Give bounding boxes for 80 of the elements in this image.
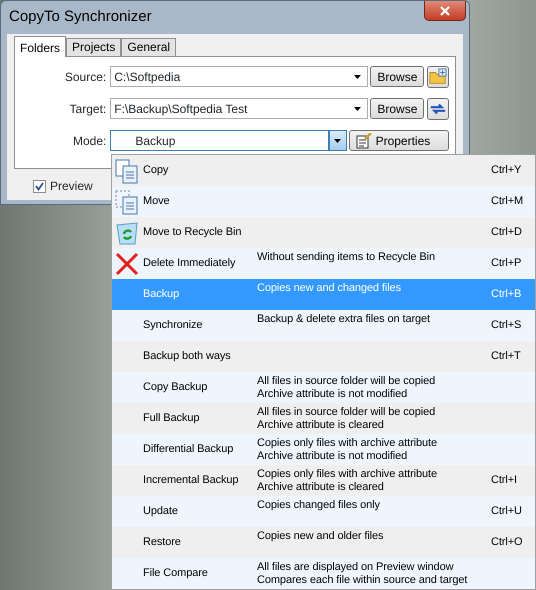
close-icon bbox=[440, 6, 450, 16]
shortcut-text: Ctrl+P bbox=[491, 256, 522, 272]
option-label: Backup bbox=[143, 287, 180, 302]
option-label: Copy bbox=[143, 163, 170, 178]
tab[interactable]: Projects bbox=[66, 38, 122, 56]
shortcut-text: Ctrl+U bbox=[491, 504, 523, 520]
mode-option[interactable]: Restore Copies new and older files Ctrl+O bbox=[112, 527, 535, 558]
document-move-icon bbox=[114, 188, 140, 214]
tab[interactable]: Folders bbox=[14, 36, 66, 57]
browse-button[interactable]: Browse bbox=[370, 66, 424, 87]
shortcut-text: Ctrl+S bbox=[491, 318, 522, 334]
path-combo-field[interactable]: C:\Softpedia bbox=[110, 66, 368, 87]
mode-option[interactable]: File Compare All files are displayed on Preview window Compares each file within source and target bbox=[112, 558, 535, 589]
tab[interactable]: General bbox=[121, 38, 176, 56]
mode-option[interactable]: Delete Immediately Without sending items to Recycle Bin Ctrl+P bbox=[112, 248, 535, 279]
mode-option[interactable]: Differential Backup Copies only files with archive attribute Archive attribute is not modified bbox=[112, 434, 535, 465]
icon-button[interactable] bbox=[427, 98, 449, 120]
documents-icon bbox=[114, 158, 140, 184]
option-label: Delete Immediately bbox=[143, 256, 236, 272]
option-description: All files are displayed on Preview window Compares each file within source and target bbox=[257, 560, 468, 586]
option-description: All files in source folder will be copied Archive attribute is cleared bbox=[257, 406, 436, 432]
option-label: Move bbox=[143, 194, 170, 210]
field-label: Source: bbox=[64, 68, 108, 86]
option-description: Backup & delete extra files on target bbox=[257, 312, 432, 326]
dropdown-caret-icon bbox=[354, 74, 362, 78]
recycle-bin-icon bbox=[114, 220, 140, 246]
mode-option[interactable]: Copy Ctrl+Y bbox=[112, 155, 535, 186]
option-label: File Compare bbox=[143, 566, 209, 582]
option-description: Copies new and older files bbox=[257, 529, 384, 543]
window-title: CopyTo Synchronizer bbox=[9, 7, 152, 28]
option-label: Update bbox=[143, 504, 179, 520]
option-label: Move to Recycle Bin bbox=[143, 225, 242, 240]
field-value: F:\Backup\Softpedia Test bbox=[114, 100, 248, 118]
shortcut-text: Ctrl+I bbox=[491, 473, 518, 488]
properties-button[interactable]: Properties bbox=[348, 130, 450, 151]
checkbox-label: Preview bbox=[50, 178, 93, 195]
option-label: Synchronize bbox=[143, 318, 204, 334]
option-label: Full Backup bbox=[143, 411, 200, 426]
option-label: Differential Backup bbox=[143, 442, 234, 458]
option-label: Backup both ways bbox=[143, 349, 232, 364]
mode-option[interactable]: Backup both ways Ctrl+T bbox=[112, 341, 535, 372]
icon-button[interactable] bbox=[427, 66, 449, 88]
cross-icon bbox=[114, 250, 140, 276]
dropdown-button[interactable] bbox=[328, 130, 347, 151]
option-description: Copies new and changed files bbox=[257, 281, 402, 295]
browse-button[interactable]: Browse bbox=[370, 98, 424, 119]
field-label: Target: bbox=[68, 100, 108, 118]
option-description: Without sending items to Recycle Bin bbox=[257, 250, 436, 264]
preview-checkbox[interactable] bbox=[33, 180, 46, 192]
option-description: Copies changed files only bbox=[257, 498, 381, 512]
option-description: Copies only files with archive attribute Archive attribute is not modified bbox=[257, 436, 438, 462]
mode-combo-field[interactable]: Backup bbox=[110, 130, 329, 151]
option-description: All files in source folder will be copied Archive attribute is not modified bbox=[257, 374, 436, 400]
option-label: Restore bbox=[143, 535, 182, 550]
dropdown-caret-icon bbox=[354, 106, 362, 110]
shortcut-text: Ctrl+O bbox=[491, 535, 524, 550]
properties-icon bbox=[356, 132, 372, 148]
shortcut-text: Ctrl+T bbox=[491, 349, 522, 364]
shortcut-text: Ctrl+Y bbox=[491, 163, 522, 178]
field-value: C:\Softpedia bbox=[114, 68, 180, 86]
field-value: Backup bbox=[135, 132, 176, 150]
folder-plus-icon bbox=[429, 68, 448, 86]
shortcut-text: Ctrl+B bbox=[491, 287, 522, 302]
checkmark-icon bbox=[35, 182, 44, 190]
mode-option[interactable]: Update Copies changed files only Ctrl+U bbox=[112, 496, 535, 527]
dropdown-caret-icon bbox=[334, 138, 342, 142]
field-label: Mode: bbox=[72, 132, 108, 150]
mode-option[interactable]: Copy Backup All files in source folder will be copied Archive attribute is not modified bbox=[112, 372, 535, 403]
option-label: Incremental Backup bbox=[143, 473, 240, 488]
mode-option[interactable]: Synchronize Backup & delete extra files on target Ctrl+S bbox=[112, 310, 535, 341]
mode-option[interactable]: Move to Recycle Bin Ctrl+D bbox=[112, 217, 535, 248]
mode-option[interactable]: Move Ctrl+M bbox=[112, 186, 535, 217]
option-label: Copy Backup bbox=[143, 380, 208, 396]
close-button[interactable] bbox=[424, 1, 466, 21]
shortcut-text: Ctrl+D bbox=[491, 225, 523, 240]
mode-option[interactable]: Incremental Backup Copies only files with archive attribute Archive attribute is cleared Ctrl+I bbox=[112, 465, 535, 496]
shortcut-text: Ctrl+M bbox=[491, 194, 524, 210]
option-description: Copies only files with archive attribute Archive attribute is cleared bbox=[257, 468, 438, 494]
mode-option[interactable]: Full Backup All files in source folder will be copied Archive attribute is cleared bbox=[112, 403, 535, 434]
path-combo-field[interactable]: F:\Backup\Softpedia Test bbox=[110, 98, 368, 119]
